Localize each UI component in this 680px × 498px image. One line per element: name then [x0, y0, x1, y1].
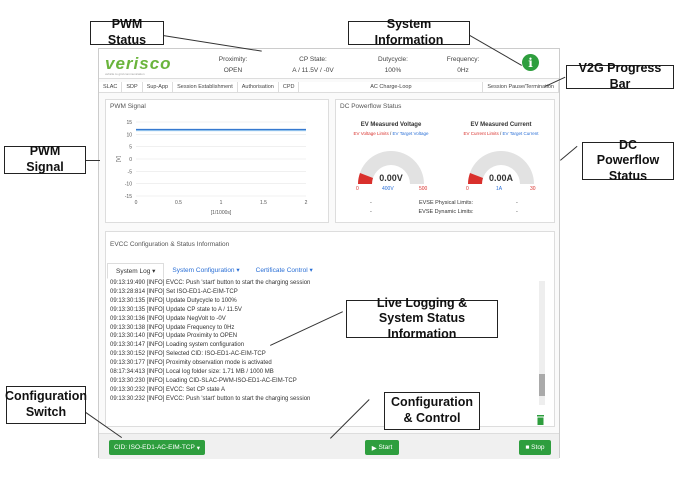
- evcc-tabs: System Log ▾ System Configuration ▾ Cert…: [107, 263, 321, 279]
- x-tick-label: 0: [135, 200, 138, 206]
- voltage-mid: 400V: [382, 186, 394, 192]
- x-tick-label: 0.5: [175, 200, 182, 206]
- y-tick-label: 0: [129, 157, 132, 163]
- tab-system-log-label: System Log: [116, 268, 151, 275]
- y-tick-label: 5: [129, 145, 132, 151]
- frequency-value: 0Hz: [457, 67, 469, 74]
- voltage-target: EV Target Voltage: [392, 131, 429, 136]
- info-icon[interactable]: i: [522, 54, 539, 71]
- cid-select-button[interactable]: CID: ISO-ED1-AC-EIM-TCP ▾: [109, 440, 205, 455]
- callout-configuration-switch: Configuration Switch: [5, 386, 87, 424]
- application-window: verisco vehicle to grid communication Pro…: [98, 48, 560, 459]
- logo: verisco vehicle to grid communication: [105, 54, 172, 76]
- current-limits: EV Current Limits: [463, 131, 499, 136]
- v2g-progress-bar: SLAC SDP Sup-App Session Establishment Autho…: [99, 82, 559, 93]
- voltage-title: EV Measured Voltage: [360, 122, 422, 128]
- progress-stage-2: Sup-App: [143, 82, 174, 92]
- dutycycle-label: Dutycycle:: [378, 56, 408, 63]
- cp-state-label: CP State:: [299, 56, 327, 63]
- physical-dash-right: -: [516, 200, 518, 206]
- log-line: 09:13:30:152 [INFO] Selected CID: ISO-ED…: [110, 351, 266, 358]
- progress-stage-1: SDP: [122, 82, 143, 92]
- cp-state-value: A / 11.5V / -0V: [292, 67, 334, 74]
- log-line: 09:13:19:490 [INFO] EVCC: Push 'start' b…: [110, 280, 311, 286]
- tab-certificate-control-label: Certificate Control: [255, 267, 308, 274]
- progress-stage-6: AC Charge-Loop: [299, 82, 484, 92]
- log-line: 09:13:30:147 [INFO] Loading system confi…: [110, 342, 245, 349]
- y-tick-label: -10: [125, 182, 132, 188]
- cid-button-label: CID: ISO-ED1-AC-EIM-TCP: [114, 444, 195, 451]
- start-button-label: Start: [378, 444, 393, 451]
- frequency-label: Frequency:: [446, 56, 480, 63]
- voltage-value: 0.00V: [379, 173, 403, 183]
- start-button[interactable]: ▶ Start: [365, 440, 399, 455]
- y-axis-label: [V]: [116, 155, 122, 162]
- dc-panel-title: DC Powerflow Status: [340, 103, 402, 110]
- connector-pwm-signal: [86, 160, 100, 161]
- tab-system-configuration-label: System Configuration: [172, 267, 235, 274]
- y-tick-label: 10: [126, 132, 132, 138]
- connector-dc: [560, 145, 578, 161]
- x-tick-label: 2: [305, 200, 308, 206]
- y-tick-label: 15: [126, 120, 132, 126]
- progress-stage-5: CPD: [279, 82, 300, 92]
- progress-stage-4: Authorisation: [238, 82, 279, 92]
- proximity-value: OPEN: [223, 67, 243, 74]
- progress-stage-3: Session Establishment: [173, 82, 238, 92]
- logo-text: verisco: [105, 54, 172, 73]
- header: verisco vehicle to grid communication Pro…: [99, 49, 559, 79]
- stop-button-label: Stop: [531, 444, 545, 451]
- voltage-limits: EV Voltage Limits: [353, 131, 389, 136]
- current-target: EV Target Current: [502, 131, 539, 136]
- callout-pwm-signal: PWM Signal: [4, 144, 86, 174]
- dynamic-limits-label: EVSE Dynamic Limits:: [418, 209, 474, 215]
- trash-icon[interactable]: [536, 412, 545, 425]
- current-mid: 1A: [496, 186, 503, 192]
- x-axis-label: [1/1000s]: [211, 210, 232, 216]
- log-line: 08:17:34:413 [INFO] Local log folder siz…: [110, 369, 274, 376]
- callout-dc-powerflow-status: DC Powerflow Status: [582, 138, 674, 183]
- y-tick-label: -15: [125, 194, 132, 200]
- evcc-panel-title: EVCC Configuration & Status Information: [110, 241, 230, 248]
- current-max: 30: [530, 186, 536, 192]
- callout-live-logging: Live Logging & System Status Information: [346, 296, 498, 341]
- dutycycle-value: 100%: [384, 67, 402, 74]
- x-tick-label: 1: [220, 200, 223, 206]
- callout-pwm-status: PWM Status: [90, 17, 164, 47]
- dc-powerflow-panel: DC Powerflow Status EV Measured Voltage …: [335, 99, 555, 223]
- tab-system-configuration[interactable]: System Configuration ▾: [164, 263, 247, 279]
- voltage-min: 0: [356, 186, 359, 192]
- dynamic-dash-right: -: [516, 209, 518, 215]
- x-tick-label: 1.5: [260, 200, 267, 206]
- current-min: 0: [466, 186, 469, 192]
- pwm-panel-title: PWM Signal: [110, 103, 146, 110]
- current-value: 0.00A: [488, 173, 514, 183]
- y-tick-label: -5: [128, 169, 133, 175]
- tab-certificate-control[interactable]: Certificate Control ▾: [248, 263, 321, 279]
- log-line: 09:13:30:177 [INFO] Proximity observatio…: [110, 360, 272, 367]
- stop-button[interactable]: ■ Stop: [519, 440, 551, 455]
- pwm-signal-panel: PWM Signal 15 10 5 0 -5 -10 -15 0 0.5 1 1.5 2 [V] [1/…: [105, 99, 329, 223]
- callout-configuration-control: Configuration & Control: [384, 392, 480, 430]
- pwm-chart: 151050-5-10-150 0.5 1 1.5 2[V][1/1000s]: [116, 120, 308, 216]
- log-scrollbar[interactable]: [539, 281, 545, 405]
- footer: CID: ISO-ED1-AC-EIM-TCP ▾ ▶ Start ■ Stop: [99, 433, 559, 459]
- callout-system-information: System Information: [348, 17, 470, 47]
- log-scrollbar-thumb[interactable]: [539, 374, 545, 396]
- current-title: EV Measured Current: [470, 122, 532, 128]
- voltage-max: 500: [419, 186, 428, 192]
- physical-limits-label: EVSE Physical Limits:: [418, 200, 474, 206]
- pwm-status: Proximity: OPEN CP State: A / 11.5V / -0…: [203, 54, 495, 76]
- proximity-label: Proximity:: [218, 56, 248, 63]
- progress-stage-0: SLAC: [99, 82, 123, 92]
- log-line: 09:13:30:230 [INFO] Loading CID-SLAC-PWM…: [110, 377, 297, 384]
- callout-v2g-progress-bar: V2G Progress Bar: [566, 61, 674, 91]
- tab-system-log[interactable]: System Log ▾: [107, 263, 165, 279]
